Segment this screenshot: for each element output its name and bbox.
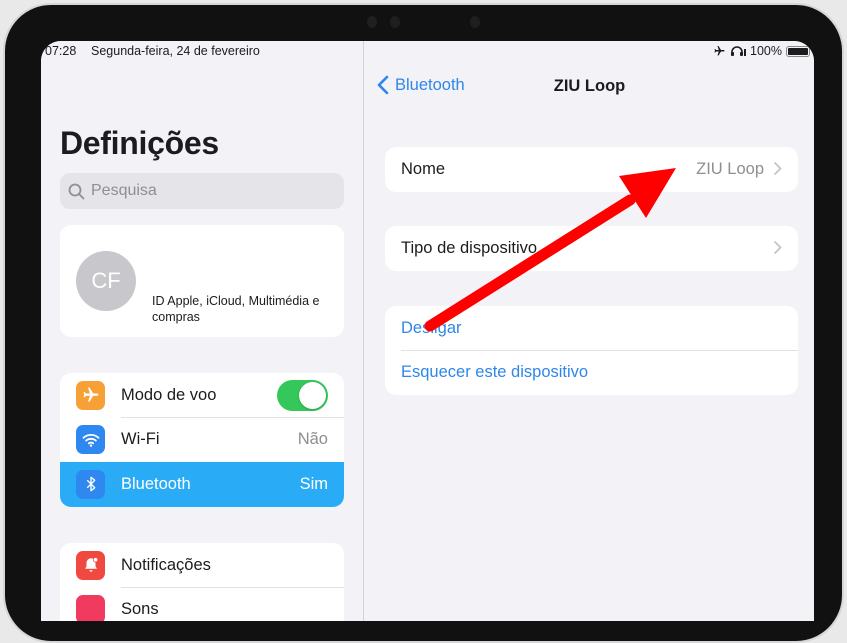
airplane-icon (76, 380, 105, 410)
name-row[interactable]: Nome ZIU Loop (385, 147, 798, 192)
apple-id-card[interactable]: CF ID Apple, iCloud, Multimédia e compra… (60, 225, 344, 337)
sidebar-item-wifi[interactable]: Wi-Fi Não (60, 418, 344, 463)
device-type-row[interactable]: Tipo de dispositivo (385, 226, 798, 271)
name-group: Nome ZIU Loop (385, 147, 798, 192)
name-value: ZIU Loop (696, 159, 764, 178)
screen: Definições Pesquisa CF ID Apple, iCloud,… (41, 41, 814, 621)
camera-lens (470, 16, 480, 28)
ipad-frame: Definições Pesquisa CF ID Apple, iCloud,… (3, 3, 844, 643)
forget-device-button[interactable]: Esquecer este dispositivo (385, 351, 798, 396)
sidebar-item-airplane-mode[interactable]: Modo de voo (60, 373, 344, 418)
sidebar-item-notifications[interactable]: Notificações (60, 543, 344, 588)
avatar: CF (76, 251, 136, 311)
airplane-icon (714, 46, 725, 56)
connectivity-group: Modo de voo Wi-Fi Não Bluetooth Sim (60, 373, 344, 507)
profile-subtitle: ID Apple, iCloud, Multimédia e compras (152, 294, 320, 324)
search-icon (68, 183, 85, 199)
airplane-mode-toggle[interactable] (277, 380, 328, 411)
battery-icon (786, 45, 810, 57)
wifi-status: Não (297, 430, 328, 449)
battery-percent: 100% (750, 44, 782, 58)
status-date: Segunda-feira, 24 de fevereiro (91, 44, 260, 58)
search-input[interactable]: Pesquisa (60, 173, 344, 209)
device-detail-pane: Bluetooth ZIU Loop Nome ZIU Loop Tipo de… (365, 41, 814, 621)
wifi-icon (76, 425, 105, 455)
sidebar-item-label: Bluetooth (121, 474, 191, 493)
bluetooth-status: Sim (299, 474, 328, 493)
sidebar-item-label: Notificações (121, 555, 211, 574)
actions-group: Desligar Esquecer este dispositivo (385, 306, 798, 395)
status-bar: 07:28 Segunda-feira, 24 de fevereiro 100… (41, 41, 814, 61)
device-type-label: Tipo de dispositivo (401, 238, 538, 257)
sensor-dot (367, 16, 377, 28)
speaker-icon (76, 595, 105, 621)
bell-icon (76, 550, 105, 580)
page-title: ZIU Loop (553, 77, 626, 95)
sidebar-item-label: Sons (121, 600, 159, 619)
sensor-dot (390, 16, 400, 28)
sidebar-item-bluetooth[interactable]: Bluetooth Sim (60, 462, 344, 507)
sidebar-title: Definições (60, 125, 219, 161)
camera-bar (5, 5, 846, 40)
headphones-icon (731, 46, 747, 56)
bluetooth-icon (76, 469, 105, 499)
status-time: 07:28 (45, 44, 77, 58)
name-label: Nome (401, 159, 446, 178)
sidebar-item-label: Modo de voo (121, 385, 217, 404)
sidebar-item-label: Wi-Fi (121, 430, 160, 449)
search-placeholder: Pesquisa (91, 182, 157, 199)
notifications-group: Notificações Sons (60, 543, 344, 621)
type-group: Tipo de dispositivo (385, 226, 798, 271)
sidebar-item-sounds[interactable]: Sons (60, 588, 344, 621)
chevron-right-icon (774, 162, 782, 175)
settings-sidebar: Definições Pesquisa CF ID Apple, iCloud,… (41, 41, 364, 621)
chevron-right-icon (774, 241, 782, 254)
disconnect-button[interactable]: Desligar (385, 306, 798, 351)
